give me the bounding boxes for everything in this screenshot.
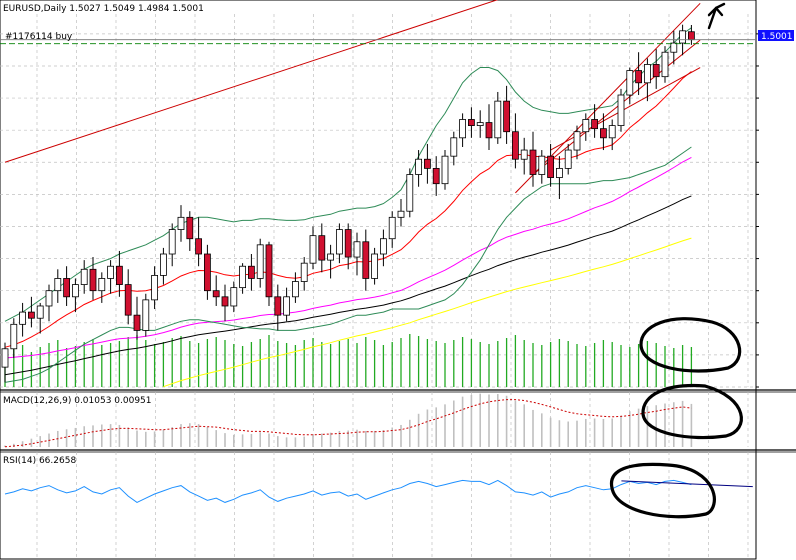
candle-bull: [291, 281, 299, 298]
candle-bear: [423, 158, 431, 169]
candle-bull: [142, 299, 150, 331]
trading-chart[interactable]: EURUSD,Daily 1.5027 1.5049 1.4984 1.5001…: [0, 0, 796, 560]
candle-bull: [283, 296, 291, 316]
candle-bull: [564, 149, 572, 169]
candle-bull: [98, 278, 106, 292]
candle-bear: [63, 278, 70, 298]
candle-bull: [19, 311, 27, 325]
candle-bull: [397, 210, 405, 218]
candle-bull: [177, 216, 185, 230]
macd-panel-title: MACD(12,26,9) 0.01053 0.00951: [3, 396, 152, 406]
candle-bull: [476, 122, 484, 126]
candle-bear: [688, 31, 695, 41]
candle-bull: [441, 155, 449, 185]
candle-bear: [503, 100, 511, 133]
candle-bear: [547, 155, 554, 178]
candle-bull: [54, 278, 62, 292]
candle-bull: [617, 94, 625, 126]
candle-bull: [415, 158, 423, 175]
candle-bull: [520, 149, 528, 160]
candle-bear: [344, 229, 352, 258]
price-panel[interactable]: [0, 0, 756, 388]
rsi-trend-line: [621, 480, 753, 488]
rsi-panel-title: RSI(14) 66.2658: [3, 456, 76, 466]
candle-bull: [644, 64, 651, 84]
candle-bull: [661, 51, 669, 78]
candle-bull: [379, 238, 387, 255]
candle-bull: [300, 262, 308, 282]
candle-bear: [318, 235, 326, 261]
hand-drawn-arrow: [707, 2, 726, 30]
order-label: #1176114 buy: [5, 32, 73, 42]
candle-bear: [247, 265, 255, 279]
candle-bear: [186, 216, 194, 240]
candle-bear: [274, 296, 282, 316]
candle-bull: [107, 265, 114, 279]
hand-drawn-ellipse: [609, 462, 716, 519]
candle-bear: [485, 122, 493, 139]
candle-bear: [591, 119, 598, 130]
candle-bear: [467, 119, 475, 126]
candle-bear: [432, 167, 440, 185]
candle-bear: [195, 238, 203, 255]
candle-bull: [353, 241, 361, 258]
trend-line: [532, 39, 701, 175]
candle-bear: [27, 311, 35, 319]
candle-bull: [582, 119, 590, 133]
candle-bull: [1, 348, 9, 368]
candle-bull: [494, 100, 502, 139]
candle-bull: [151, 275, 159, 301]
candle-bear: [362, 241, 370, 279]
candle-bear: [124, 284, 132, 316]
candle-bull: [80, 268, 88, 285]
candle-bear: [212, 290, 220, 298]
candle-bear: [652, 64, 660, 78]
candle-bull: [159, 253, 167, 276]
candle-bull: [538, 155, 546, 175]
candle-bull: [335, 229, 343, 255]
candle-bull: [327, 253, 335, 261]
candle-bull: [608, 125, 616, 139]
candle-bull: [406, 174, 414, 212]
candle-bear: [116, 265, 123, 285]
candle-bull: [10, 323, 18, 350]
candle-bear: [512, 131, 519, 160]
candle-bull: [45, 290, 53, 307]
candle-bull: [36, 305, 44, 319]
candle-bull: [256, 244, 264, 279]
candle-bull: [450, 137, 458, 157]
candle-bull: [388, 216, 396, 240]
candle-bull: [573, 131, 581, 151]
candle-bear: [265, 244, 273, 298]
candle-bull: [556, 167, 563, 178]
candle-bear: [635, 70, 642, 84]
candle-bull: [309, 235, 317, 264]
rsi-panel[interactable]: [4, 479, 753, 503]
current-price-tag-label: 1.5001: [761, 32, 793, 42]
candle-bull: [459, 119, 467, 139]
candle-bear: [529, 149, 537, 175]
rsi-line: [4, 479, 692, 503]
candle-bear: [221, 296, 229, 307]
candle-bear: [133, 314, 141, 331]
candle-bull: [371, 253, 379, 279]
candle-bear: [600, 128, 607, 139]
candle-bull: [679, 30, 686, 44]
candle-bull: [626, 70, 634, 96]
candle-bear: [89, 268, 97, 292]
candle-bull: [239, 265, 247, 289]
candle-bear: [203, 253, 211, 292]
candle-bull: [72, 284, 79, 298]
chart-frame: [0, 0, 757, 560]
price-panel-title: EURUSD,Daily 1.5027 1.5049 1.4984 1.5001: [3, 4, 204, 14]
candle-bull: [168, 229, 176, 255]
candle-bull: [230, 287, 238, 307]
candle-bull: [670, 42, 678, 53]
